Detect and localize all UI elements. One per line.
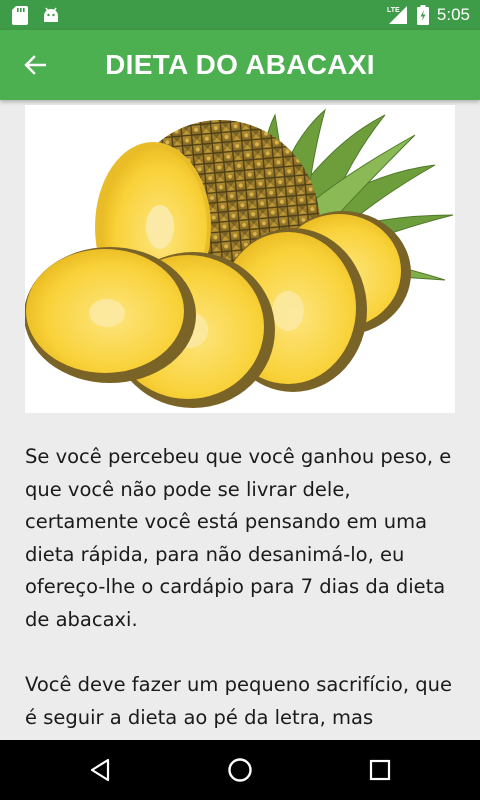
nav-back-button[interactable] (85, 755, 115, 785)
network-type: LTE (387, 7, 400, 14)
app-bar: DIETA DO ABACAXI (0, 30, 480, 100)
article-paragraph: Se você percebeu que você ganhou peso, e… (25, 445, 452, 631)
sd-card-icon (12, 6, 28, 25)
pineapple-image (24, 105, 455, 413)
status-bar: LTE 5:05 (0, 0, 480, 30)
article-paragraph: Você deve fazer um pequeno sacrifício, q… (25, 673, 452, 729)
page-title: DIETA DO ABACAXI (105, 49, 375, 80)
battery-icon (416, 5, 429, 25)
signal-icon: LTE (387, 6, 407, 24)
status-time: 5:05 (436, 5, 470, 24)
nav-home-button[interactable] (225, 755, 255, 785)
nav-home-icon (228, 758, 252, 782)
article-content[interactable]: Se você percebeu que você ganhou peso, e… (0, 100, 480, 740)
android-icon (44, 7, 58, 22)
nav-recents-button[interactable] (365, 755, 395, 785)
nav-back-icon (90, 758, 110, 782)
nav-recents-icon (369, 759, 391, 781)
navigation-bar (0, 740, 480, 800)
